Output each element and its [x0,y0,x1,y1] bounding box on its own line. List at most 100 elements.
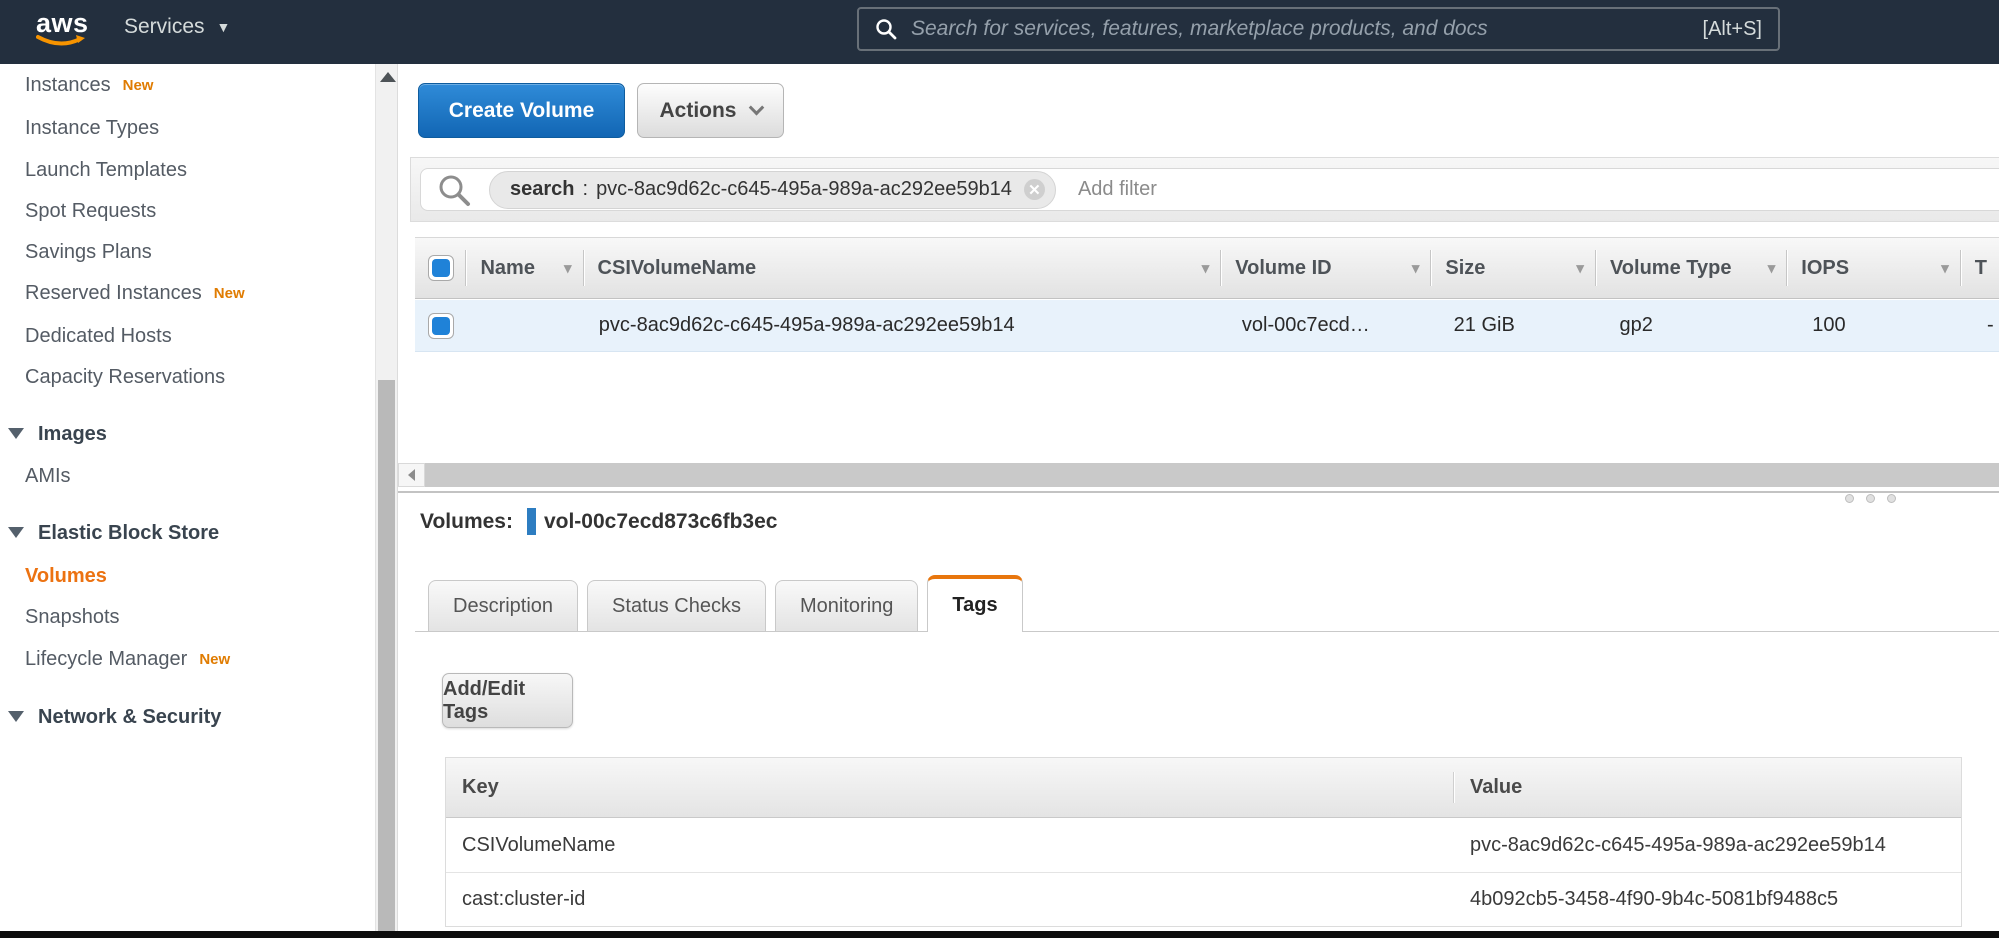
column-header-size[interactable]: Size ▾ [1431,238,1596,298]
magnifier-icon [437,173,471,207]
tag-value: 4b092cb5-3458-4f90-9b4c-5081bf9488c5 [1454,873,1961,926]
tags-table-header: Key Value [446,758,1961,818]
sort-icon: ▾ [1768,259,1776,277]
sort-icon: ▾ [1576,259,1584,277]
sort-icon: ▾ [564,259,572,277]
column-header-throughput[interactable]: T [1961,238,1999,298]
tags-header-key: Key [446,758,1454,817]
sidebar-item-instances[interactable]: InstancesNew [25,74,153,100]
screen-bottom-edge [0,931,1999,938]
sidebar-navigation: InstancesNew Instance Types Launch Templ… [0,64,398,931]
sort-icon: ▾ [1412,259,1420,277]
panel-title-prefix: Volumes: [420,510,513,534]
cell-volume-type: gp2 [1605,300,1798,351]
services-menu[interactable]: Services ▼ [124,15,230,39]
tag-key: cast:cluster-id [446,873,1454,926]
scroll-up-icon[interactable] [380,72,396,82]
tags-header-value: Value [1454,758,1961,817]
sidebar-section-images[interactable]: Images [8,423,107,449]
cell-volume-id: vol-00c7ecd… [1228,300,1440,351]
select-all-checkbox[interactable] [428,255,454,281]
sidebar-item-dedicated-hosts[interactable]: Dedicated Hosts [25,325,172,351]
column-header-name[interactable]: Name ▾ [466,238,583,298]
tabs-baseline [415,631,1999,632]
volume-table-row[interactable]: pvc-8ac9d62c-c645-495a-989a-ac292ee59b14… [415,300,1999,352]
sidebar-item-amis[interactable]: AMIs [25,465,71,491]
selection-indicator-bar [527,508,536,535]
selected-volume-id: vol-00c7ecd873c6fb3ec [544,510,778,534]
column-header-iops[interactable]: IOPS ▾ [1787,238,1960,298]
pane-divider [398,491,1999,493]
select-all-checkbox-cell [415,238,466,298]
aws-logo-text: aws [36,10,88,36]
pane-resize-handle[interactable] [1845,494,1896,503]
filter-bar: search : pvc-8ac9d62c-c645-495a-989a-ac2… [410,157,1999,222]
cell-size: 21 GiB [1440,300,1606,351]
chevron-down-icon [748,100,764,116]
sidebar-scrollbar[interactable] [375,64,398,931]
collapse-triangle-icon [8,428,24,439]
sidebar-item-volumes[interactable]: Volumes [25,565,107,591]
tags-table: Key Value CSIVolumeName pvc-8ac9d62c-c64… [445,757,1962,927]
sidebar-item-lifecycle-manager[interactable]: Lifecycle ManagerNew [25,648,230,674]
tab-tags[interactable]: Tags [927,575,1022,632]
scroll-left-icon [408,469,415,481]
sort-icon: ▾ [1941,259,1949,277]
global-search-input[interactable]: Search for services, features, marketpla… [857,7,1780,51]
sidebar-item-snapshots[interactable]: Snapshots [25,606,120,632]
detail-tabs: Description Status Checks Monitoring Tag… [428,575,1023,632]
aws-logo[interactable]: aws [36,10,88,52]
tab-status-checks[interactable]: Status Checks [587,580,766,632]
services-chevron-icon: ▼ [217,19,231,35]
aws-smile-icon [36,34,88,50]
sidebar-section-network-security[interactable]: Network & Security [8,706,221,732]
actions-dropdown-button[interactable]: Actions [637,83,784,138]
tab-description[interactable]: Description [428,580,578,632]
filter-separator: : [583,178,589,201]
collapse-triangle-icon [8,711,24,722]
new-badge: New [123,77,154,94]
tags-table-row: CSIVolumeName pvc-8ac9d62c-c645-495a-989… [446,818,1961,872]
filter-key: search [510,178,575,201]
row-checkbox[interactable] [428,313,454,339]
sidebar-item-capacity-reservations[interactable]: Capacity Reservations [25,366,225,392]
column-header-volume-type[interactable]: Volume Type ▾ [1596,238,1787,298]
sidebar-item-instance-types[interactable]: Instance Types [25,117,159,143]
sidebar-section-elastic-block-store[interactable]: Elastic Block Store [8,522,219,548]
cell-csivolumename: pvc-8ac9d62c-c645-495a-989a-ac292ee59b14 [585,300,1228,351]
top-navigation-bar: aws Services ▼ Search for services, feat… [0,0,1999,64]
add-filter-button[interactable]: Add filter [1078,178,1157,201]
tab-monitoring[interactable]: Monitoring [775,580,918,632]
detail-panel-title: Volumes: vol-00c7ecd873c6fb3ec [420,508,777,535]
horizontal-scrollbar[interactable] [398,463,1999,487]
new-badge: New [214,285,245,302]
sidebar-item-reserved-instances[interactable]: Reserved InstancesNew [25,282,245,308]
checkbox-checked-fill [432,259,450,277]
cell-throughput: - [1973,300,1999,351]
sort-icon: ▾ [1202,259,1210,277]
sidebar-item-spot-requests[interactable]: Spot Requests [25,200,156,226]
tags-table-row: cast:cluster-id 4b092cb5-3458-4f90-9b4c-… [446,872,1961,926]
cell-iops: 100 [1798,300,1973,351]
add-edit-tags-button[interactable]: Add/Edit Tags [442,673,573,728]
sidebar-scrollbar-thumb[interactable] [378,380,395,931]
search-shortcut-hint: [Alt+S] [1703,18,1762,41]
filter-value: pvc-8ac9d62c-c645-495a-989a-ac292ee59b14 [596,178,1012,201]
column-header-csivolumename[interactable]: CSIVolumeName ▾ [584,238,1222,298]
horizontal-scrollbar-thumb[interactable] [425,463,1999,487]
search-icon [875,18,897,40]
active-filter-tag[interactable]: search : pvc-8ac9d62c-c645-495a-989a-ac2… [489,171,1056,209]
checkbox-checked-fill [432,317,450,335]
collapse-triangle-icon [8,527,24,538]
sidebar-item-savings-plans[interactable]: Savings Plans [25,241,152,267]
scroll-left-button[interactable] [398,463,425,487]
new-badge: New [199,651,230,668]
search-placeholder: Search for services, features, marketpla… [911,17,1703,41]
create-volume-button[interactable]: Create Volume [418,83,625,138]
column-header-volume-id[interactable]: Volume ID ▾ [1221,238,1431,298]
services-label: Services [124,15,205,39]
sidebar-item-launch-templates[interactable]: Launch Templates [25,159,187,185]
remove-filter-icon[interactable]: ✕ [1024,179,1045,200]
cell-name [467,300,585,351]
filter-search-input[interactable]: search : pvc-8ac9d62c-c645-495a-989a-ac2… [420,168,1999,211]
